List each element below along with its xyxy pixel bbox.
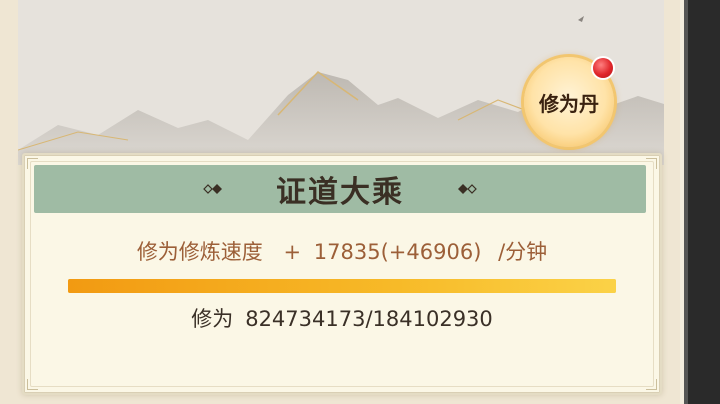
rate-unit: /分钟 — [498, 240, 548, 264]
cultivation-exp: 修为 824734173/184102930 — [24, 303, 660, 333]
realm-title-bar: 证道大乘 — [34, 165, 646, 213]
notification-dot-icon — [593, 58, 613, 78]
corner-ornament — [646, 158, 657, 169]
left-diamond-icon — [203, 184, 222, 194]
corner-ornament — [646, 379, 657, 390]
exp-label: 修为 — [191, 307, 234, 331]
corner-ornament — [27, 379, 38, 390]
progress-fill — [68, 279, 616, 293]
rate-plus: + — [283, 240, 302, 264]
rate-label: 修为修炼速度 — [136, 240, 263, 264]
realm-title: 证道大乘 — [276, 175, 404, 210]
rate-base-value: 17835 — [313, 240, 381, 264]
side-divider — [684, 0, 688, 404]
right-diamond-icon — [458, 184, 477, 194]
exp-value: 824734173/184102930 — [245, 307, 493, 331]
cultivation-panel: 证道大乘 修为修炼速度 + 17835(+46906) /分钟 修为 824734… — [22, 153, 662, 395]
rate-bonus-value: (+46906) — [380, 240, 482, 264]
pill-button-label: 修为丹 — [539, 91, 599, 116]
cultivation-progress-bar — [68, 279, 616, 293]
cultivation-rate: 修为修炼速度 + 17835(+46906) /分钟 — [24, 236, 660, 266]
side-dark-edge — [684, 0, 720, 404]
